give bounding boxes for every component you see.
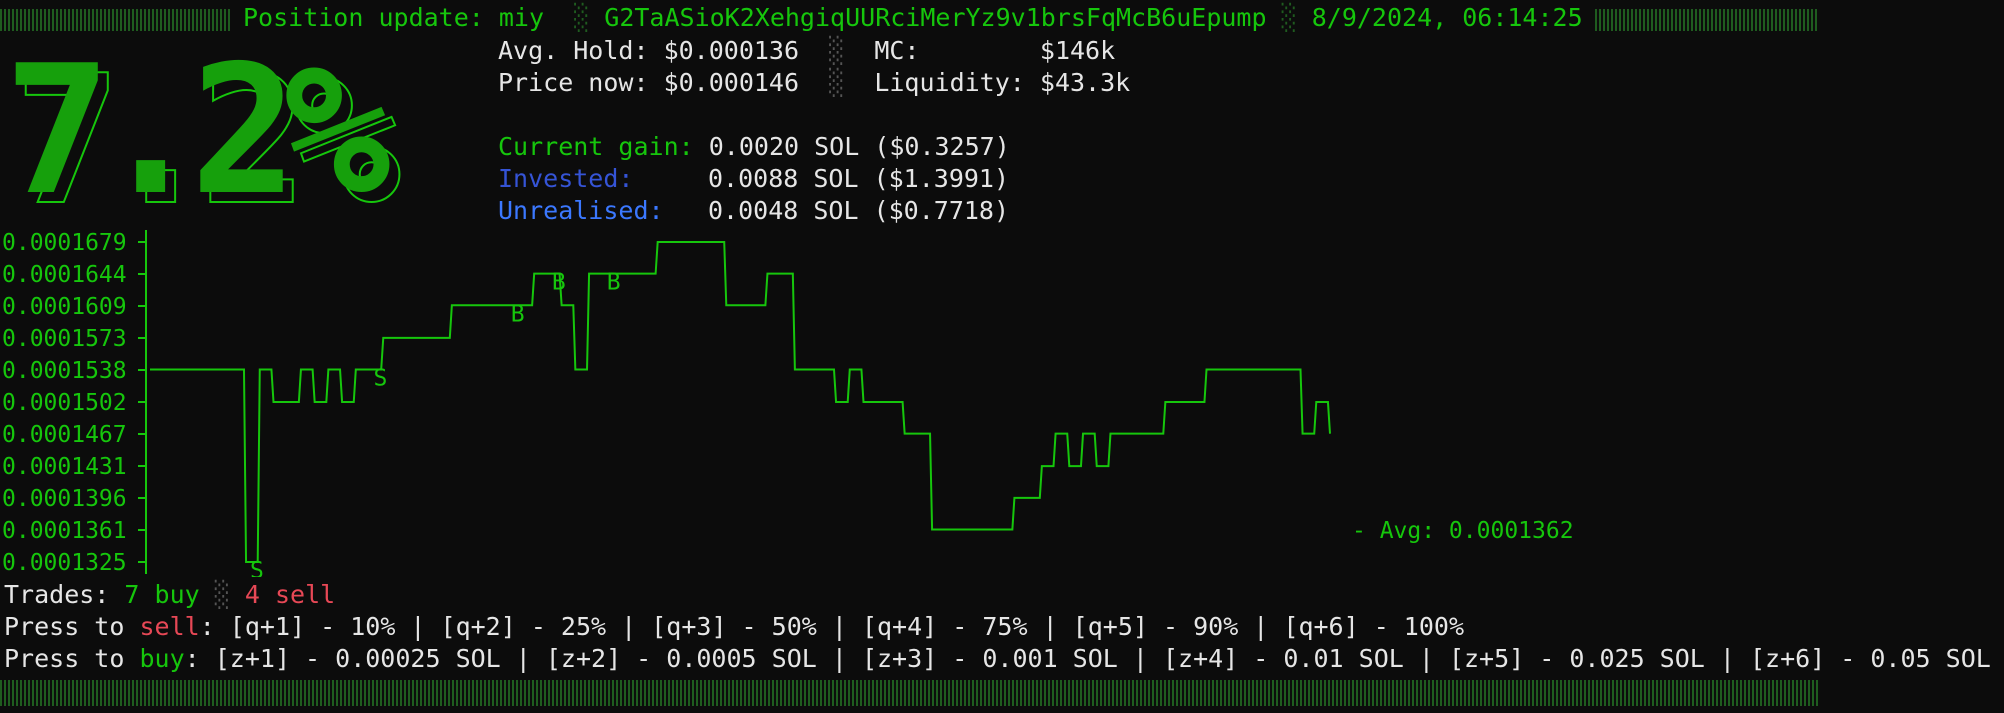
trade-marker-B: B	[552, 270, 566, 296]
y-tick-label: 0.0001431	[2, 454, 127, 480]
invested-label: Invested:	[498, 164, 634, 193]
buy-hotkeys-row: Press to buy: [z+1] - 0.00025 SOL | [z+2…	[4, 643, 1991, 675]
sell-hotkeys-row: Press to sell: [q+1] - 10% | [q+2] - 25%…	[4, 611, 1464, 643]
trades-sep: ░	[214, 580, 230, 609]
avg-hold-value: $0.000136	[663, 36, 800, 65]
mc-value: $146k	[1039, 36, 1116, 65]
header-sep-2: ░	[1281, 3, 1297, 32]
token-address[interactable]: G2TaASioK2XehgiqUURciMerYz9v1brsFqMcB6uE…	[604, 3, 1266, 32]
unrealised-value: 0.0048 SOL ($0.7718)	[708, 196, 1010, 225]
price-now-label: Price now:	[498, 68, 649, 97]
timestamp: 8/9/2024, 06:14:25	[1311, 3, 1583, 32]
stats-row-2: Price now: $0.000146 ░ Liquidity: $43.3k	[498, 67, 1130, 99]
price-chart: 0.0001679 0.0001644 0.0001609 0.0001573 0.00…	[2, 230, 1574, 577]
current-gain-label: Current gain:	[498, 132, 694, 161]
y-tick-label: 0.0001644	[2, 262, 127, 288]
trades-buy-count: 7 buy	[124, 580, 200, 609]
y-tick-label: 0.0001609	[2, 294, 127, 320]
y-tick-label: 0.0001396	[2, 486, 127, 512]
buy-options[interactable]: : [z+1] - 0.00025 SOL | [z+2] - 0.0005 S…	[185, 644, 1991, 673]
stats-sep-1: ░	[829, 36, 845, 65]
avg-hold-label: Avg. Hold:	[498, 36, 649, 65]
price-now-value: $0.000146	[663, 68, 800, 97]
y-tick-label: 0.0001679	[2, 230, 127, 256]
footer-shade	[0, 680, 1818, 706]
liquidity-value: $43.3k	[1039, 68, 1131, 97]
mc-label: MC:	[874, 36, 920, 65]
buy-keyword: buy	[139, 644, 185, 673]
avg-label: - Avg: 0.0001362	[1352, 518, 1574, 544]
price-line-series	[150, 241, 1331, 563]
y-tick-label: 0.0001502	[2, 390, 127, 416]
big-percent-text: 7.2%	[4, 27, 389, 226]
trades-row: Trades: 7 buy ░ 4 sell	[4, 579, 335, 611]
invested-value: 0.0088 SOL ($1.3991)	[708, 164, 1010, 193]
big-percent-display: 7.2% 7.2%	[4, 27, 414, 226]
trades-sell-count: 4 sell	[244, 580, 336, 609]
trades-label: Trades:	[4, 580, 110, 609]
header-sep-1: ░	[574, 3, 590, 32]
current-gain-value: 0.0020 SOL ($0.3257)	[708, 132, 1010, 161]
stats-row-1: Avg. Hold: $0.000136 ░ MC: $146k	[498, 35, 1115, 67]
y-tick-label: 0.0001573	[2, 326, 127, 352]
current-gain-row: Current gain: 0.0020 SOL ($0.3257)	[498, 131, 1010, 163]
sell-keyword: sell	[139, 612, 200, 641]
trade-marker-S: S	[374, 365, 388, 391]
y-tick-label: 0.0001325	[2, 550, 127, 576]
buy-prefix: Press to	[4, 644, 125, 673]
trade-marker-B: B	[511, 301, 525, 327]
sell-options[interactable]: : [q+1] - 10% | [q+2] - 25% | [q+3] - 50…	[200, 612, 1464, 641]
stats-sep-2: ░	[829, 68, 845, 97]
sell-prefix: Press to	[4, 612, 125, 641]
y-tick-label: 0.0001361	[2, 518, 127, 544]
trade-marker-S: S	[250, 558, 264, 577]
y-tick-label: 0.0001538	[2, 358, 127, 384]
invested-row: Invested: 0.0088 SOL ($1.3991)	[498, 163, 1009, 195]
liquidity-label: Liquidity:	[874, 68, 1025, 97]
y-tick-label: 0.0001467	[2, 422, 127, 448]
header-shade-right	[1595, 9, 1818, 31]
trade-marker-B: B	[607, 270, 621, 296]
